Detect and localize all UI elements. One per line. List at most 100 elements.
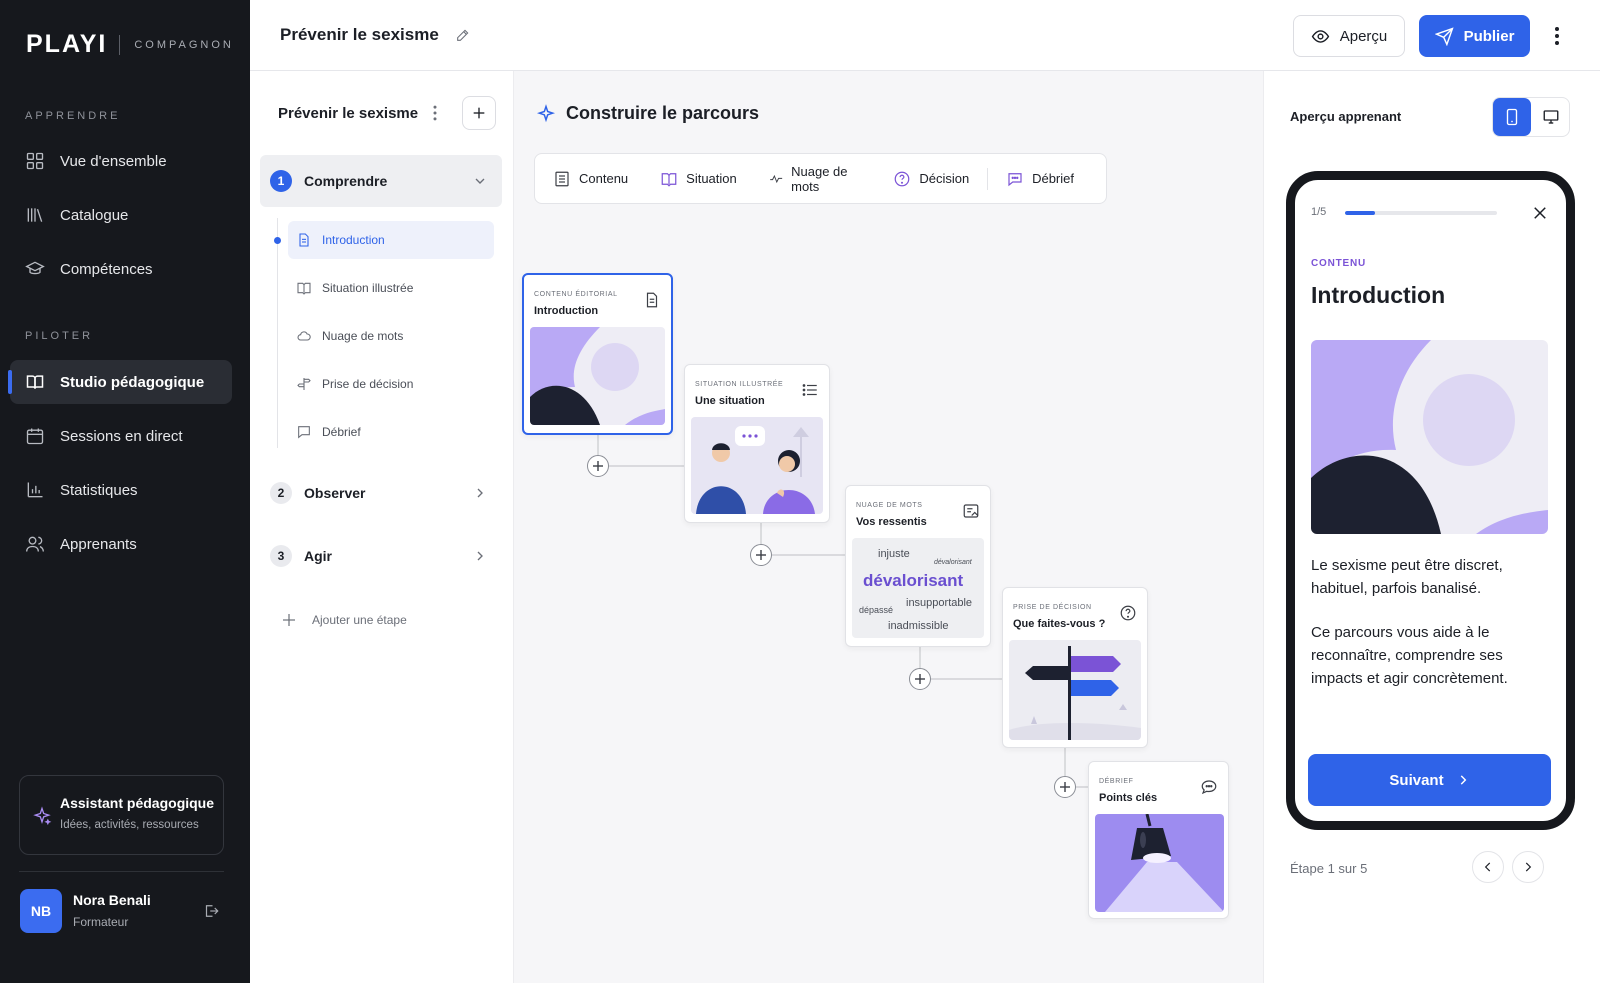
previous-step-button[interactable] (1472, 851, 1504, 883)
next-button-label: Suivant (1389, 771, 1444, 789)
page-title: Prévenir le sexisme (280, 25, 439, 44)
substep-label: Situation illustrée (322, 281, 414, 295)
add-node-button[interactable] (587, 455, 609, 477)
device-toggle (1492, 97, 1570, 137)
desktop-view-button[interactable] (1532, 98, 1570, 136)
nav-item-label: Studio pédagogique (60, 373, 205, 391)
node-card-decision[interactable]: PRISE DE DÉCISION Que faites-vous ? (1002, 587, 1148, 748)
more-vertical-icon[interactable] (426, 103, 444, 123)
substep-introduction[interactable]: Introduction (288, 221, 494, 259)
book-open-icon (26, 375, 44, 389)
mobile-view-button[interactable] (1493, 98, 1531, 136)
substep-label: Nuage de mots (322, 329, 404, 343)
nav-item-label: Statistiques (60, 481, 138, 499)
tool-debrief[interactable]: Débrief (1006, 170, 1074, 188)
brand[interactable]: PLAYI COMPAGNON (26, 30, 234, 59)
tool-word-cloud[interactable]: Nuage de mots (769, 164, 862, 194)
user-profile[interactable]: NB Nora Benali Formateur (20, 889, 225, 935)
add-step-button[interactable] (462, 96, 496, 130)
nav-item-label: Compétences (60, 260, 153, 278)
chevron-right-icon (1460, 775, 1466, 785)
document-icon (646, 292, 658, 308)
steps-panel: Prévenir le sexisme 1 Comprendre Introdu… (250, 71, 514, 983)
pencil-icon[interactable] (455, 27, 471, 43)
calendar-icon (26, 428, 44, 445)
step-agir[interactable]: 3 Agir (260, 530, 502, 582)
logout-icon[interactable] (202, 902, 220, 920)
node-card-introduction[interactable]: CONTENU ÉDITORIAL Introduction (522, 273, 673, 435)
next-button[interactable]: Suivant (1308, 754, 1551, 806)
chevron-right-icon (477, 551, 483, 561)
content-heading: Introduction (1311, 282, 1446, 308)
tool-content[interactable]: Contenu (553, 170, 628, 188)
tool-label: Débrief (1032, 171, 1074, 186)
tool-situation[interactable]: Situation (660, 170, 737, 188)
word-cloud: injuste dévalorisant dévalorisant dépass… (852, 538, 984, 638)
book-icon (661, 172, 677, 187)
topbar: Prévenir le sexisme Aperçu Publier (250, 0, 1600, 71)
card-title: Points clés (1099, 792, 1158, 804)
nav-heading-pilot: PILOTER (25, 330, 94, 342)
user-name: Nora Benali (73, 892, 151, 908)
card-title: Vos ressentis (856, 516, 927, 528)
eye-icon (1311, 29, 1329, 43)
add-node-button[interactable] (750, 544, 772, 566)
next-step-button[interactable] (1512, 851, 1544, 883)
progress-label: 1/5 (1311, 206, 1327, 218)
node-card-situation[interactable]: SITUATION ILLUSTRÉE Une situation (684, 364, 830, 523)
add-step-link[interactable]: Ajouter une étape (280, 611, 407, 629)
substep-debrief[interactable]: Débrief (288, 413, 494, 451)
plus-icon (915, 674, 925, 684)
nav-item-live-sessions[interactable]: Sessions en direct (10, 414, 232, 458)
node-card-word-cloud[interactable]: NUAGE DE MOTS Vos ressentis injuste déva… (845, 485, 991, 647)
brand-divider (119, 34, 121, 55)
add-node-button[interactable] (1054, 776, 1076, 798)
plus-icon (1060, 782, 1070, 792)
canvas-title: Construire le parcours (536, 103, 759, 124)
more-vertical-icon[interactable] (1547, 24, 1567, 48)
close-icon[interactable] (1531, 204, 1549, 222)
nav-item-catalogue[interactable]: Catalogue (10, 193, 232, 237)
cloud-icon (297, 331, 311, 341)
plus-icon (756, 550, 766, 560)
word-cloud-word: dépassé (859, 605, 894, 615)
substep-decision[interactable]: Prise de décision (288, 365, 494, 403)
tool-label: Décision (919, 171, 970, 186)
sparkle-line-icon (769, 174, 782, 183)
step-label: Observer (304, 485, 366, 501)
preview-step-counter: Étape 1 sur 5 (1290, 861, 1368, 876)
list-icon (802, 384, 817, 396)
substep-word-cloud[interactable]: Nuage de mots (288, 317, 494, 355)
brand-subtitle: COMPAGNON (134, 38, 234, 51)
step-label: Agir (304, 548, 332, 564)
nav-item-learners[interactable]: Apprenants (10, 522, 232, 566)
brand-logo: PLAYI (26, 30, 108, 58)
content-kicker: CONTENU (1311, 258, 1367, 269)
card-kicker: PRISE DE DÉCISION (1013, 604, 1092, 611)
spotlight-illustration (1095, 814, 1224, 912)
add-node-button[interactable] (909, 668, 931, 690)
chevron-right-icon (1525, 862, 1532, 872)
nav-item-overview[interactable]: Vue d'ensemble (10, 139, 232, 183)
user-role: Formateur (73, 915, 129, 929)
assistant-card[interactable]: Assistant pédagogique Idées, activités, … (19, 775, 224, 855)
step-observer[interactable]: 2 Observer (260, 467, 502, 519)
add-step-label: Ajouter une étape (312, 613, 407, 627)
nav-item-skills[interactable]: Compétences (10, 247, 232, 291)
substep-situation[interactable]: Situation illustrée (288, 269, 494, 307)
step-label: Comprendre (304, 173, 388, 189)
grid-icon (26, 152, 44, 170)
book-icon (297, 282, 311, 295)
tool-decision[interactable]: Décision (893, 170, 969, 188)
toolbar-divider (987, 167, 989, 190)
nav-item-studio[interactable]: Studio pédagogique (8, 360, 232, 404)
node-card-debrief[interactable]: DÉBRIEF Points clés (1088, 761, 1229, 919)
publish-button[interactable]: Publier (1419, 15, 1530, 57)
assistant-subtitle: Idées, activités, ressources (60, 819, 199, 831)
chevron-down-icon (475, 178, 485, 184)
preview-button-label: Aperçu (1339, 27, 1388, 45)
step-comprendre[interactable]: 1 Comprendre (260, 155, 502, 207)
preview-button[interactable]: Aperçu (1293, 15, 1405, 57)
question-circle-icon (1120, 605, 1136, 621)
nav-item-statistics[interactable]: Statistiques (10, 468, 232, 512)
